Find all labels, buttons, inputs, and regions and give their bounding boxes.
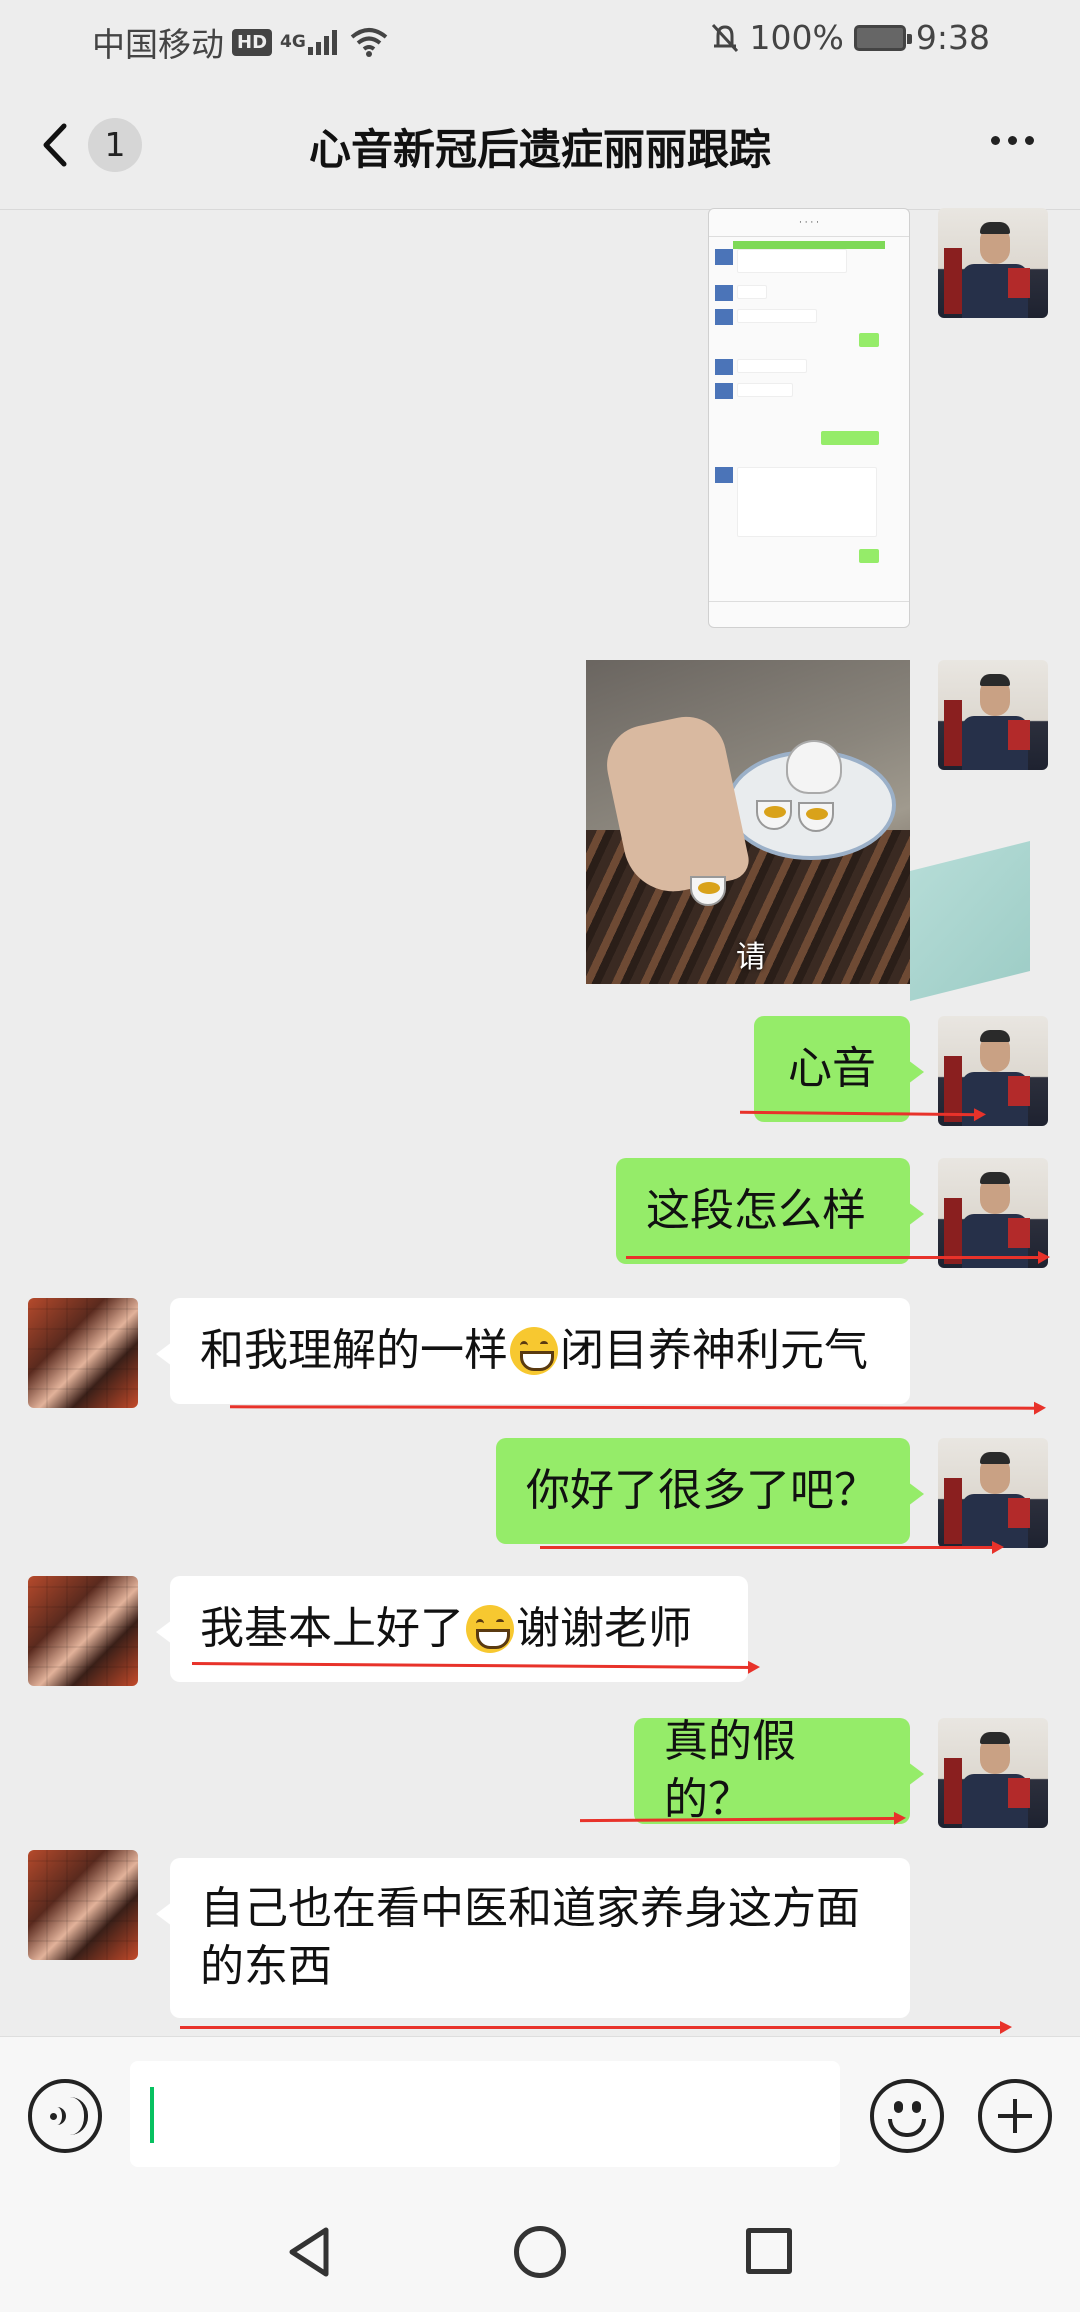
chat-header: 1 心音新冠后遗症丽丽跟踪: [0, 80, 1080, 210]
nav-home-icon[interactable]: [514, 2226, 566, 2278]
signal-icon: [307, 29, 337, 55]
message-text-line: 自己也在看中医和道家养身这方面: [200, 1883, 860, 1934]
screenshot-avatar: [715, 249, 733, 265]
message-text: 我基本上好了: [200, 1603, 464, 1654]
contact-avatar[interactable]: [28, 1298, 138, 1408]
screenshot-bubble: [821, 431, 879, 445]
screenshot-green-bar: [733, 241, 885, 249]
nav-recent-icon[interactable]: [746, 2228, 792, 2274]
message-text: 心音: [788, 1043, 876, 1094]
nav-back-icon[interactable]: [286, 2226, 334, 2278]
chat-title: 心音新冠后遗症丽丽跟踪: [308, 125, 771, 174]
status-left: 中国移动 HD 4G: [92, 18, 389, 66]
wifi-icon: [350, 28, 388, 57]
screenshot-bubble: [737, 285, 767, 299]
annotation-line: [540, 1541, 1004, 1554]
my-avatar[interactable]: [938, 1438, 1048, 1548]
my-avatar[interactable]: [938, 660, 1048, 770]
hd-badge: HD: [232, 28, 273, 56]
screenshot-bubble: [859, 549, 879, 563]
grin-emoji-icon: [466, 1605, 514, 1653]
tea-photo-message[interactable]: 请: [586, 660, 910, 984]
screenshot-bubble: [737, 467, 877, 537]
annotation-line: [229, 1405, 1041, 1410]
my-avatar[interactable]: [938, 208, 1048, 318]
message-bubble-me[interactable]: 心音: [754, 1016, 924, 1122]
status-bar: 中国移动 HD 4G 100% 9:38: [0, 0, 1080, 80]
grin-emoji-icon: [510, 1327, 558, 1375]
my-avatar[interactable]: [938, 1158, 1048, 1268]
message-text-line: 的东西: [200, 1941, 332, 1992]
screenshot-image-message[interactable]: · · · ·: [708, 208, 910, 628]
screenshot-bubble: [737, 383, 793, 397]
screenshot-nav: [709, 601, 909, 627]
message-bubble-me[interactable]: 这段怎么样: [616, 1158, 924, 1264]
mute-bell-icon: [711, 23, 738, 52]
input-bar: [0, 2036, 1080, 2196]
battery-icon: [853, 24, 912, 51]
message-text: 谢谢老师: [516, 1603, 692, 1654]
message-text: 这段怎么样: [646, 1185, 866, 1236]
network-type-label: 4G: [280, 32, 306, 52]
emoji-icon[interactable]: [870, 2079, 944, 2153]
status-right: 100% 9:38: [710, 18, 990, 57]
my-avatar[interactable]: [938, 1016, 1048, 1126]
screenshot-bubble: [737, 359, 807, 373]
message-text: 你好了很多了吧？: [526, 1465, 878, 1516]
more-icon[interactable]: [991, 136, 1034, 145]
clock: 9:38: [915, 18, 990, 57]
system-nav-bar: [0, 2196, 1080, 2312]
annotation-line: [180, 2021, 1012, 2034]
screenshot-bubble: [737, 309, 817, 323]
message-bubble-me[interactable]: 真的假的？: [634, 1716, 924, 1825]
carrier-label: 中国移动: [92, 25, 224, 64]
screenshot-avatar: [715, 285, 733, 301]
screenshot-bubble: [737, 249, 847, 273]
message-text: 闭目养神利元气: [560, 1325, 868, 1376]
voice-icon[interactable]: [28, 2079, 102, 2153]
photo-teapot: [786, 740, 842, 794]
decorative-card: [910, 841, 1030, 1001]
contact-avatar[interactable]: [28, 1576, 138, 1686]
contact-avatar[interactable]: [28, 1850, 138, 1960]
message-bubble-contact[interactable]: 自己也在看中医和道家养身这方面 的东西: [156, 1858, 910, 2018]
screenshot-header: · · · ·: [709, 209, 909, 237]
message-text: 真的假的？: [664, 1716, 796, 1825]
screenshot-avatar: [715, 467, 733, 483]
message-input[interactable]: [130, 2061, 840, 2167]
screenshot-bubble: [859, 333, 879, 347]
message-bubble-me[interactable]: 你好了很多了吧？: [496, 1438, 924, 1544]
screenshot-avatar: [715, 383, 733, 399]
message-text: 和我理解的一样: [200, 1325, 508, 1376]
annotation-line: [626, 1251, 1050, 1264]
my-avatar[interactable]: [938, 1718, 1048, 1828]
message-bubble-contact[interactable]: 和我理解的一样 闭目养神利元气: [156, 1298, 910, 1404]
battery-percent: 100%: [749, 18, 844, 57]
screenshot-avatar: [715, 359, 733, 375]
photo-caption: 请: [736, 940, 766, 975]
screenshot-avatar: [715, 309, 733, 325]
plus-icon[interactable]: [978, 2079, 1052, 2153]
text-caret: [150, 2087, 154, 2143]
